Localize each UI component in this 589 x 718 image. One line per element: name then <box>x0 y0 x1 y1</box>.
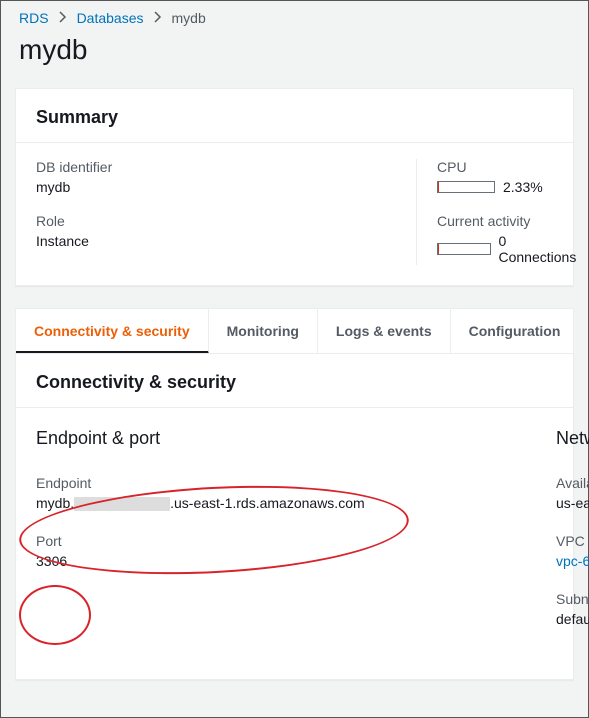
subnet-field: Subne defau <box>556 591 589 627</box>
redacted-segment <box>74 497 170 511</box>
vpc-field: VPC vpc-6 <box>556 533 589 569</box>
availability-label: Availa <box>556 475 589 491</box>
summary-heading: Summary <box>16 89 573 143</box>
breadcrumbs: RDS Databases mydb <box>1 1 588 28</box>
port-value: 3306 <box>36 553 526 569</box>
cpu-value: 2.33% <box>503 179 543 195</box>
tab-monitoring[interactable]: Monitoring <box>209 309 318 353</box>
activity-field: Current activity 0 Connections <box>437 213 581 265</box>
activity-value: 0 Connections <box>499 233 581 265</box>
subnet-value: defau <box>556 611 589 627</box>
chevron-right-icon <box>59 10 67 26</box>
activity-bar <box>437 243 491 255</box>
tabs: Connectivity & security Monitoring Logs … <box>15 308 574 353</box>
endpoint-label: Endpoint <box>36 475 526 491</box>
cpu-bar <box>437 181 495 193</box>
summary-panel: Summary DB identifier mydb Role Instance… <box>15 88 574 286</box>
port-label: Port <box>36 533 526 549</box>
role-label: Role <box>36 213 416 229</box>
tab-logs-events[interactable]: Logs & events <box>318 309 451 353</box>
endpoint-port-title: Endpoint & port <box>36 428 526 449</box>
connectivity-security-panel: Connectivity & security Endpoint & port … <box>15 353 574 680</box>
availability-field: Availa us-ea <box>556 475 589 511</box>
chevron-right-icon <box>154 10 162 26</box>
networking-title: Netw <box>556 428 589 449</box>
cpu-field: CPU 2.33% <box>437 159 581 195</box>
endpoint-field: Endpoint mydb. .us-east-1.rds.amazonaws.c… <box>36 475 526 511</box>
connectivity-security-heading: Connectivity & security <box>16 354 573 408</box>
tab-connectivity-security[interactable]: Connectivity & security <box>16 309 209 353</box>
breadcrumb-current: mydb <box>172 10 206 26</box>
breadcrumb-rds[interactable]: RDS <box>19 10 49 26</box>
db-identifier-field: DB identifier mydb <box>36 159 416 195</box>
vpc-label: VPC <box>556 533 589 549</box>
vpc-value[interactable]: vpc-6 <box>556 553 589 569</box>
db-identifier-label: DB identifier <box>36 159 416 175</box>
port-field: Port 3306 <box>36 533 526 569</box>
tab-configuration[interactable]: Configuration <box>451 309 574 353</box>
role-field: Role Instance <box>36 213 416 249</box>
availability-value: us-ea <box>556 495 589 511</box>
page-title: mydb <box>1 28 588 88</box>
endpoint-prefix: mydb. <box>36 495 74 511</box>
role-value: Instance <box>36 233 416 249</box>
activity-label: Current activity <box>437 213 581 229</box>
subnet-label: Subne <box>556 591 589 607</box>
endpoint-value: mydb. .us-east-1.rds.amazonaws.com <box>36 495 526 511</box>
cpu-label: CPU <box>437 159 581 175</box>
endpoint-suffix: .us-east-1.rds.amazonaws.com <box>170 495 365 511</box>
db-identifier-value: mydb <box>36 179 416 195</box>
breadcrumb-databases[interactable]: Databases <box>77 10 144 26</box>
